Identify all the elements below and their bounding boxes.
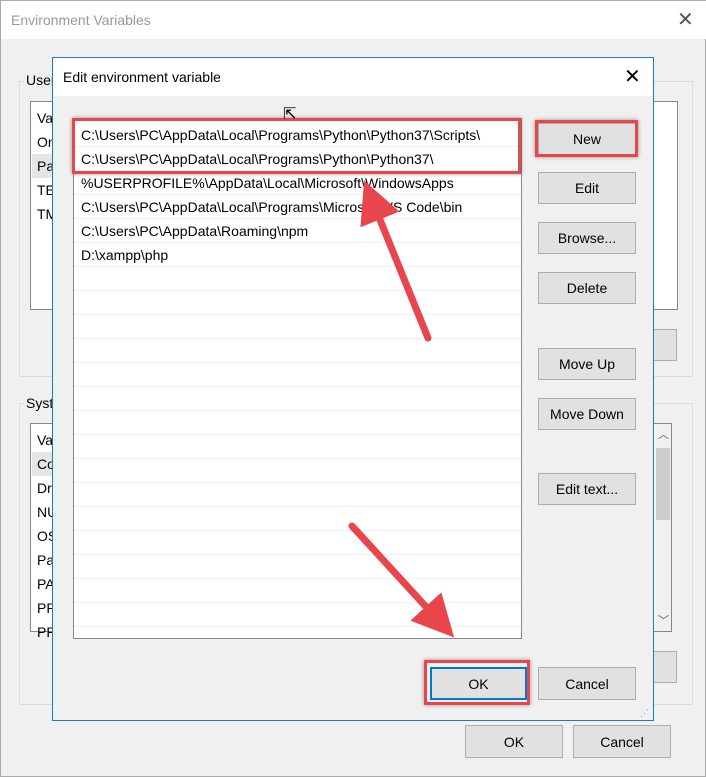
arrow-to-ok xyxy=(348,522,455,638)
arrow-to-new-entries xyxy=(360,180,432,342)
mouse-cursor-icon: ⇱ xyxy=(283,106,297,123)
annotation-arrows xyxy=(348,180,455,638)
